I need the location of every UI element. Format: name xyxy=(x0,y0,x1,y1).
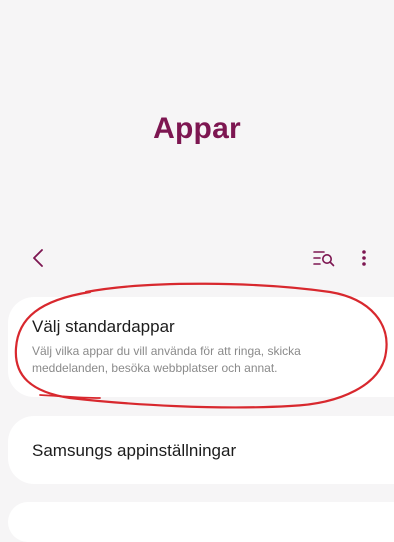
samsung-app-settings-title: Samsungs appinställningar xyxy=(32,441,237,460)
default-apps-title: Välj standardappar xyxy=(32,317,175,336)
default-apps-item[interactable]: Välj standardappar Välj vilka appar du v… xyxy=(8,297,394,397)
default-apps-description: Välj vilka appar du vill använda för att… xyxy=(32,344,301,375)
page-title: Appar xyxy=(153,112,241,145)
toolbar xyxy=(0,243,394,273)
list-search-icon[interactable] xyxy=(312,247,336,269)
samsung-app-settings-item[interactable]: Samsungs appinställningar xyxy=(8,416,394,484)
back-icon[interactable] xyxy=(28,243,48,273)
next-list-item[interactable] xyxy=(8,502,394,542)
more-vertical-icon[interactable] xyxy=(356,247,372,269)
